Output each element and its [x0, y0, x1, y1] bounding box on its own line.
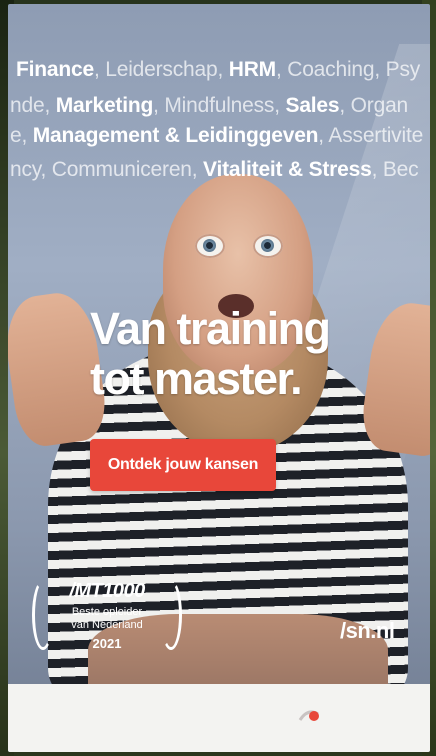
- keyword-text: nde,: [10, 94, 56, 117]
- photo-scene: Finance, Leiderschap, HRM, Coaching, Psy…: [0, 0, 436, 756]
- keyword-text: HRM: [228, 58, 276, 81]
- keyword-text: , Assertivite: [318, 124, 424, 147]
- keyword-text: Finance: [16, 58, 94, 81]
- mt1000-award-badge: /MT1000 Beste opleider van Nederland 202…: [32, 576, 182, 666]
- advertising-banner: Finance, Leiderschap, HRM, Coaching, Psy…: [8, 4, 430, 752]
- site-url: /sn.nl: [340, 618, 395, 643]
- keyword-line-2: nde, Marketing, Mindfulness, Sales, Orga…: [10, 94, 408, 118]
- award-subtitle: Beste opleider van Nederland: [52, 606, 162, 632]
- keyword-text: Vitaliteit & Stress: [203, 158, 372, 181]
- keyword-text: ncy, Communiceren,: [10, 158, 204, 181]
- award-title: /MT1000: [69, 580, 145, 602]
- keyword-text: Sales: [285, 94, 340, 117]
- keyword-line-1: Finance, Leiderschap, HRM, Coaching, Psy: [16, 58, 420, 82]
- headline: Van training tot master.: [90, 304, 390, 404]
- headline-line-1: Van training: [90, 303, 331, 354]
- cta-button[interactable]: Ontdek jouw kansen: [90, 439, 276, 491]
- keyword-text: Management & Leidinggeven: [32, 124, 319, 147]
- keyword-text: , Coaching, Psy: [275, 58, 421, 81]
- keyword-text: , Mindfulness,: [153, 94, 286, 117]
- banner-footer: [8, 684, 430, 752]
- award-line-1: Beste opleider: [71, 606, 143, 618]
- left-eye: [195, 234, 225, 258]
- keyword-text: , Leiderschap,: [93, 58, 229, 81]
- right-eye: [253, 234, 283, 258]
- course-keywords: Finance, Leiderschap, HRM, Coaching, Psy…: [8, 4, 430, 204]
- brand-logo-icon: [298, 710, 319, 721]
- award-year: 2021: [92, 636, 122, 651]
- laurel-right-icon: [160, 580, 182, 650]
- keyword-text: , Organ: [339, 94, 409, 117]
- keyword-text: Marketing: [55, 94, 154, 117]
- keyword-text: , Bec: [371, 158, 419, 181]
- award-line-2: van Nederland: [71, 619, 143, 631]
- headline-line-2: tot master.: [90, 353, 303, 404]
- keyword-line-3: e, Management & Leidinggeven, Assertivit…: [10, 124, 423, 148]
- laurel-left-icon: [32, 580, 54, 650]
- keyword-line-4: ncy, Communiceren, Vitaliteit & Stress, …: [10, 158, 419, 182]
- keyword-text: e,: [10, 124, 33, 147]
